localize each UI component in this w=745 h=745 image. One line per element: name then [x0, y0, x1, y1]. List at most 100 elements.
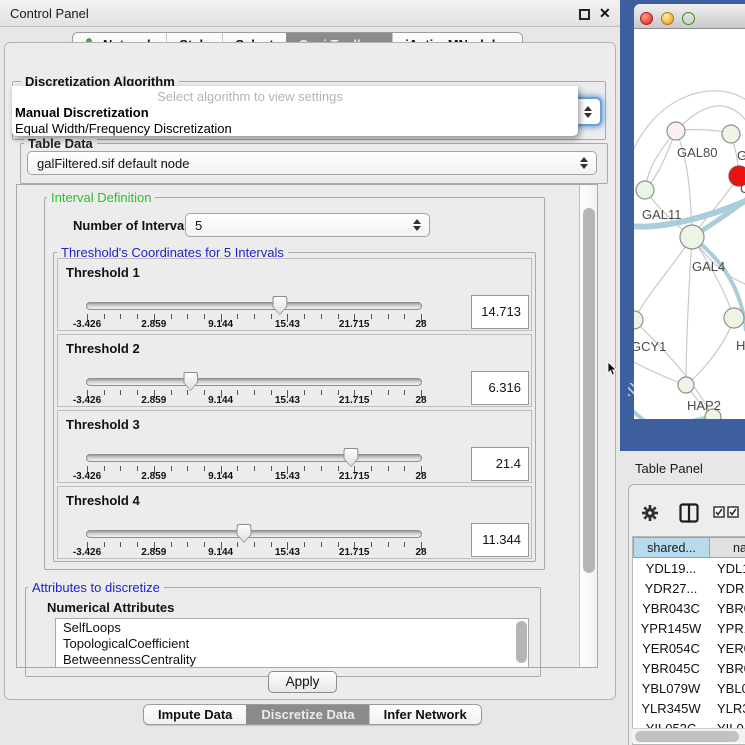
slider-tick: [171, 542, 172, 547]
list-scrollbar-thumb[interactable]: [516, 621, 527, 663]
cell-shared-name: YPR145W: [633, 621, 709, 636]
tab-infer-network[interactable]: Infer Network: [369, 705, 481, 724]
table-row[interactable]: YBR043C YBR0: [633, 599, 745, 619]
zoom-traffic-icon[interactable]: [682, 12, 695, 25]
node-gal11[interactable]: [636, 181, 654, 199]
slider-tick: [171, 390, 172, 395]
slider-tick-label: 28: [415, 319, 426, 330]
threshold-value-field[interactable]: 6.316: [471, 371, 529, 405]
tab-impute-data-label: Impute Data: [158, 707, 232, 722]
threshold-slider-track[interactable]: [86, 454, 422, 462]
table-row[interactable]: YER054C YER0: [633, 639, 745, 659]
slider-tick: [104, 390, 105, 395]
apply-button[interactable]: Apply: [268, 671, 337, 693]
node-gal4[interactable]: [680, 225, 704, 249]
slider-tick: [254, 314, 255, 319]
table-row[interactable]: YPR145W YPR1: [633, 619, 745, 639]
combo-arrows-icon: [579, 156, 588, 170]
table-row[interactable]: YBR045C YBR0: [633, 659, 745, 679]
node-hap2[interactable]: [678, 377, 694, 393]
slider-tick: [321, 390, 322, 395]
threshold-slider-thumb[interactable]: [272, 296, 287, 315]
minimize-traffic-icon[interactable]: [661, 12, 674, 25]
cell-name: YDL1: [717, 561, 745, 576]
slider-tick-label: 2.859: [141, 319, 166, 330]
table-data-combobox[interactable]: galFiltered.sif default node: [27, 151, 597, 175]
slider-tick: [404, 314, 405, 319]
tab-infer-network-label: Infer Network: [384, 707, 467, 722]
close-icon[interactable]: ✕: [599, 5, 611, 22]
slider-tick-label: 28: [415, 547, 426, 558]
vertical-scrollbar-thumb[interactable]: [583, 208, 595, 573]
slider-tick-label: 28: [415, 395, 426, 406]
threshold-slider-thumb[interactable]: [183, 372, 198, 391]
label-gcy1: GCY1: [634, 339, 666, 354]
horizontal-scrollbar-thumb[interactable]: [635, 731, 739, 742]
table-row[interactable]: YDR27... YDR2: [633, 579, 745, 599]
attribute-list-item[interactable]: TopologicalCoefficient: [56, 635, 528, 651]
cell-name: YBL0: [717, 681, 745, 696]
checkbox-icon[interactable]: [727, 506, 739, 518]
num-intervals-combobox[interactable]: 5: [185, 213, 430, 237]
threshold-panel-3: Threshold 3 -3.4262.8599.14415.4321.7152…: [57, 410, 532, 483]
table-row[interactable]: YLR345W YLR3: [633, 699, 745, 719]
screen: { "window": { "title": "Control Panel" }…: [0, 0, 745, 745]
slider-tick: [254, 542, 255, 547]
node-ga-clipped[interactable]: [722, 125, 740, 143]
combo-arrows-icon: [412, 218, 421, 232]
threshold-slider-track[interactable]: [86, 530, 422, 538]
vertical-scrollbar[interactable]: [579, 185, 597, 667]
slider-tick-label: -3.426: [73, 547, 101, 558]
slider-tick-label: 9.144: [208, 395, 233, 406]
attribute-list-item[interactable]: SelfLoops: [56, 619, 528, 635]
cell-shared-name: YLR345W: [633, 701, 709, 716]
slider-tick-label: 9.144: [208, 547, 233, 558]
node-h-clipped[interactable]: [724, 308, 744, 328]
slider-tick-label: 9.144: [208, 471, 233, 482]
node-attribute-table: shared... na YDL19... YDL1YDR27... YDR2Y…: [632, 536, 745, 745]
label-c-clipped: C: [740, 181, 745, 196]
column-header-name[interactable]: na: [709, 537, 745, 558]
attribute-list-item[interactable]: BetweennessCentrality: [56, 651, 528, 667]
threshold-value-field[interactable]: 14.713: [471, 295, 529, 329]
num-intervals-value: 5: [195, 218, 202, 233]
threshold-slider-thumb[interactable]: [237, 524, 252, 543]
close-traffic-icon[interactable]: [640, 12, 653, 25]
float-window-icon[interactable]: [579, 9, 590, 20]
slider-tick: [237, 390, 238, 395]
threshold-slider-track[interactable]: [86, 302, 422, 310]
slider-tick-label: 21.715: [339, 547, 370, 558]
gear-icon[interactable]: [641, 504, 659, 522]
column-view-icon[interactable]: [679, 503, 699, 523]
slider-tick: [304, 390, 305, 395]
slider-tick-label: 2.859: [141, 547, 166, 558]
slider-tick: [204, 390, 205, 395]
slider-tick: [388, 314, 389, 319]
slider-tick: [137, 542, 138, 547]
numerical-attributes-list[interactable]: SelfLoopsTopologicalCoefficientBetweenne…: [55, 618, 529, 668]
tab-discretize-data[interactable]: Discretize Data: [246, 705, 368, 724]
node-gcy1[interactable]: [634, 311, 643, 329]
node-gal80[interactable]: [667, 122, 685, 140]
slider-tick: [237, 466, 238, 471]
resize-grip: [628, 383, 641, 396]
tab-impute-data[interactable]: Impute Data: [144, 705, 246, 724]
table-row[interactable]: YDL19... YDL1: [633, 559, 745, 579]
threshold-slider-track[interactable]: [86, 378, 422, 386]
popup-option-manual[interactable]: Manual Discretization: [15, 105, 149, 120]
table-row[interactable]: YBL079W YBL0: [633, 679, 745, 699]
column-header-shared-name[interactable]: shared...: [633, 537, 710, 558]
popup-hint: Select algorithm to view settings: [12, 89, 488, 104]
threshold-value-field[interactable]: 21.4: [471, 447, 529, 481]
threshold-slider-thumb[interactable]: [343, 448, 358, 467]
slider-tick: [187, 314, 188, 319]
label-ga-clipped: GA: [737, 148, 745, 163]
network-window-titlebar[interactable]: [634, 4, 745, 29]
horizontal-scrollbar[interactable]: [632, 728, 745, 743]
popup-option-equal-width[interactable]: Equal Width/Frequency Discretization: [15, 121, 232, 136]
slider-tick: [371, 466, 372, 471]
threshold-value-field[interactable]: 11.344: [471, 523, 529, 557]
network-canvas[interactable]: GAL80 GA C GAL11 GAL4 GCY1 H HAP2: [634, 29, 745, 419]
checkbox-icon[interactable]: [713, 506, 725, 518]
slider-tick-label: -3.426: [73, 395, 101, 406]
